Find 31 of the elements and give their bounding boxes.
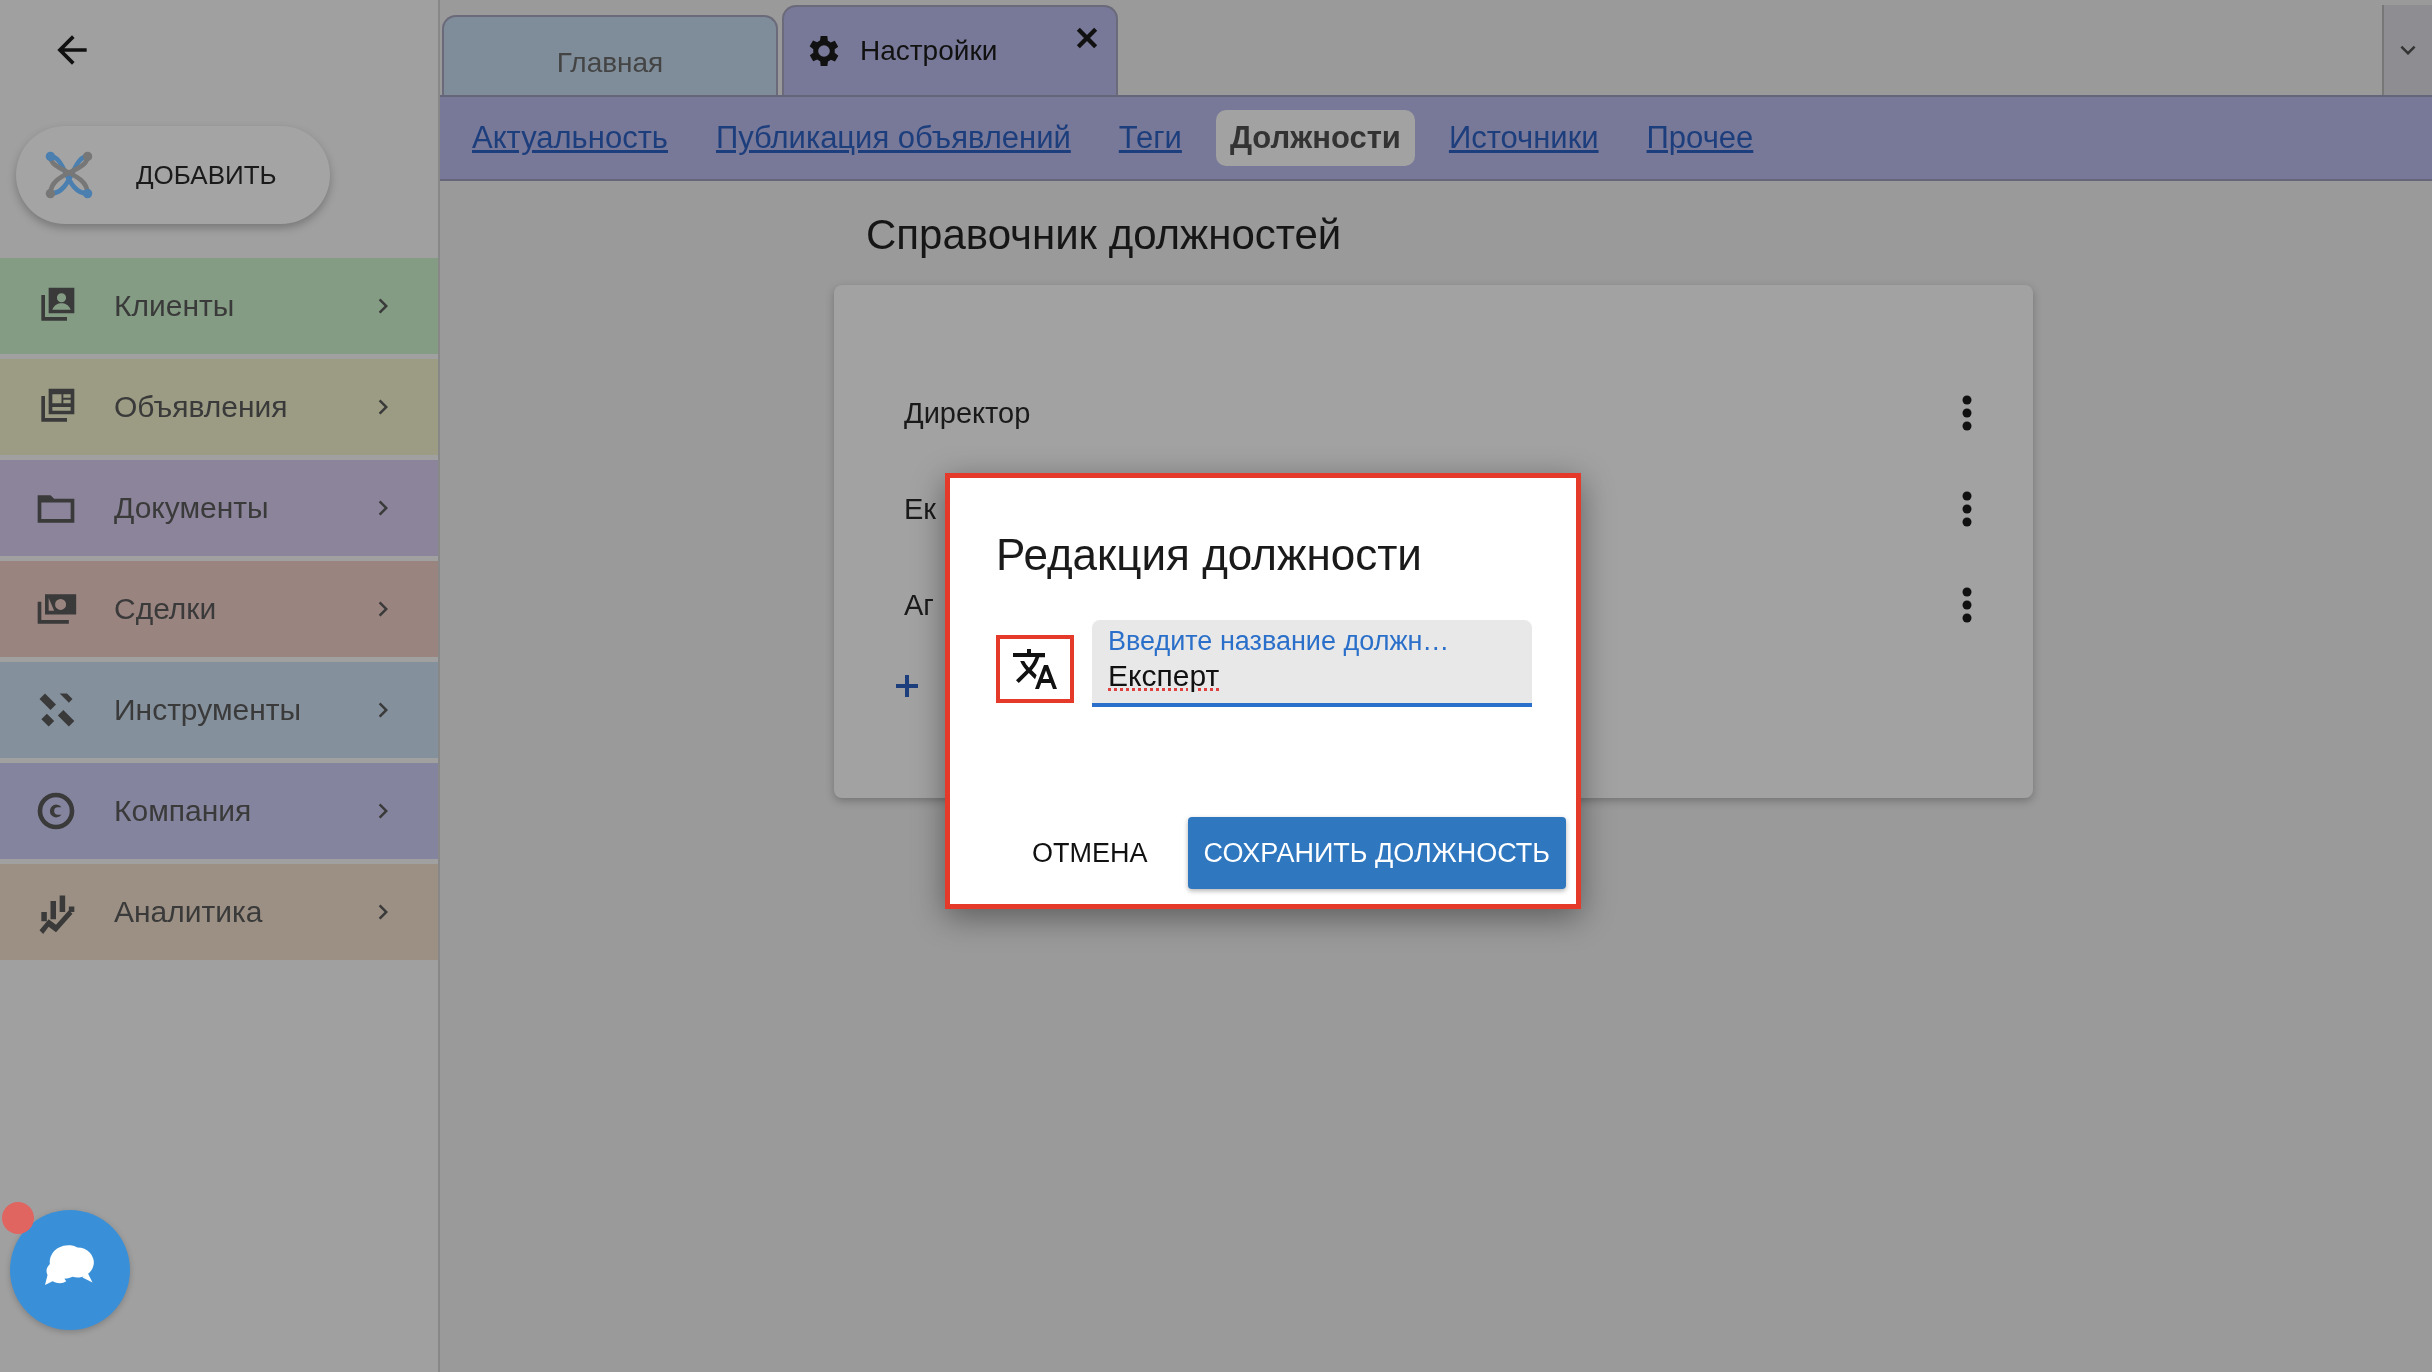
- more-options-icon[interactable]: [1961, 491, 1973, 527]
- dialog-title: Редакция должности: [996, 530, 1423, 580]
- text-input[interactable]: Експерт: [1108, 659, 1516, 693]
- add-button[interactable]: ДОБАВИТЬ: [16, 126, 330, 224]
- page-title: Справочник должностей: [866, 211, 1343, 259]
- close-icon[interactable]: [1074, 25, 1100, 51]
- sidebar-item[interactable]: Аналитика: [0, 864, 438, 960]
- settings-tab[interactable]: Актуальность: [458, 110, 682, 166]
- settings-tab[interactable]: Прочее: [1632, 110, 1768, 166]
- position-name: Аг: [904, 588, 934, 622]
- sidebar-item[interactable]: Сделки: [0, 561, 438, 657]
- translate-button[interactable]: [996, 634, 1074, 703]
- sidebar-item[interactable]: Документы: [0, 460, 438, 556]
- sidebar-item[interactable]: Объявления: [0, 359, 438, 455]
- sidebar-item[interactable]: Инструменты: [0, 662, 438, 758]
- settings-tab[interactable]: Источники: [1434, 110, 1613, 166]
- more-options-icon[interactable]: [1961, 587, 1973, 623]
- save-button[interactable]: СОХРАНИТЬ ДОЛЖНОСТЬ: [1187, 817, 1566, 889]
- settings-tab[interactable]: Должности: [1215, 110, 1415, 166]
- settings-tab[interactable]: Теги: [1104, 110, 1196, 166]
- plus-icon[interactable]: [894, 673, 920, 699]
- tab[interactable]: Настройки: [782, 5, 1118, 95]
- position-name: Ек: [904, 492, 937, 526]
- settings-tab[interactable]: Публикация объявлений: [702, 110, 1085, 166]
- more-options-icon[interactable]: [1961, 395, 1973, 431]
- position-name: Директор: [904, 396, 1031, 430]
- tab[interactable]: Главная: [442, 15, 778, 95]
- sidebar-item[interactable]: Клиенты: [0, 258, 438, 354]
- sidebar-item[interactable]: Компания: [0, 763, 438, 859]
- cancel-button[interactable]: ОТМЕНА: [1032, 823, 1148, 883]
- position-name-field[interactable]: Введите название должн… Експерт: [1092, 620, 1532, 707]
